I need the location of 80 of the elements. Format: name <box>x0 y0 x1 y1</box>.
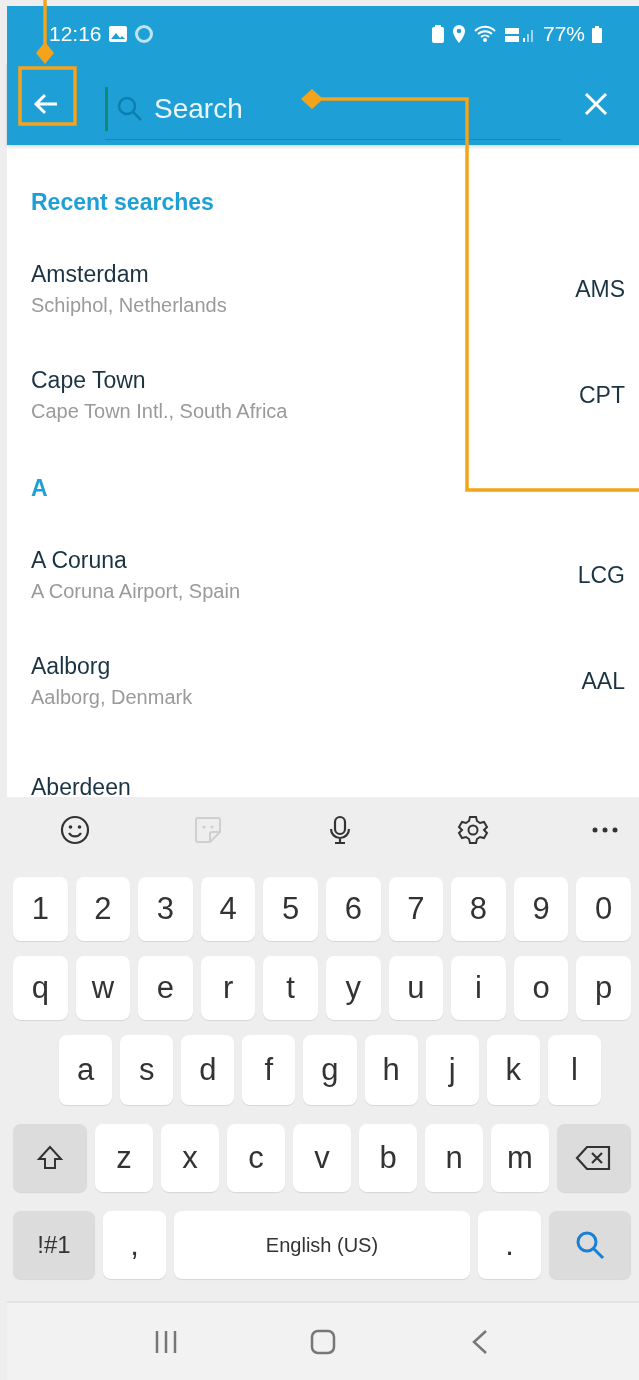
battery-icon <box>591 24 603 44</box>
airport-list-item[interactable]: A Coruna A Coruna Airport, Spain LCG <box>31 531 639 637</box>
key[interactable]: a <box>59 1035 113 1105</box>
airport-list-item[interactable]: Aalborg Aalborg, Denmark AAL <box>31 637 639 743</box>
key[interactable]: 2 <box>75 877 131 941</box>
key[interactable]: v <box>293 1124 351 1192</box>
search-icon <box>574 1229 606 1261</box>
key[interactable]: i <box>451 956 506 1020</box>
airport-code: CPT <box>579 381 625 409</box>
settings-icon[interactable] <box>456 814 489 846</box>
wifi-icon <box>472 24 497 44</box>
key[interactable]: 0 <box>576 877 631 941</box>
location-icon <box>450 24 467 44</box>
key[interactable]: q <box>13 956 68 1020</box>
key[interactable]: x <box>161 1124 219 1192</box>
key[interactable]: 5 <box>263 877 318 941</box>
shift-key[interactable] <box>13 1124 87 1192</box>
backspace-key[interactable] <box>557 1124 631 1192</box>
key[interactable]: y <box>325 956 381 1020</box>
city-name: Aalborg <box>31 653 112 680</box>
airport-name: Schiphol, Netherlands <box>31 294 228 317</box>
airport-code: AMS <box>575 275 625 303</box>
key[interactable]: m <box>491 1124 549 1192</box>
city-name: A Coruna <box>31 547 128 574</box>
city-name: Amsterdam <box>31 261 150 288</box>
battery-percent: 77% <box>542 22 585 46</box>
key[interactable]: n <box>425 1124 483 1192</box>
airport-name: Cape Town Intl., South Africa <box>31 400 289 423</box>
airport-name: A Coruna Airport, Spain <box>31 580 241 603</box>
key[interactable]: 6 <box>325 877 381 941</box>
city-name: Cape Town <box>31 367 147 394</box>
key[interactable]: j <box>425 1035 479 1105</box>
key[interactable]: 3 <box>138 877 193 941</box>
key[interactable]: p <box>576 956 631 1020</box>
key[interactable]: c <box>227 1124 285 1192</box>
key[interactable]: 9 <box>513 877 569 941</box>
emoji-icon[interactable] <box>59 814 91 846</box>
circle-icon <box>133 24 154 44</box>
key[interactable]: u <box>388 956 444 1020</box>
key[interactable]: k <box>486 1035 540 1105</box>
airport-list-item[interactable]: Cape Town Cape Town Intl., South Africa CPT <box>31 351 639 457</box>
key[interactable]: 7 <box>388 877 444 941</box>
key[interactable]: 1 <box>13 877 68 941</box>
section-heading: A <box>31 475 49 503</box>
symbols-key[interactable]: !#1 <box>13 1211 95 1279</box>
key[interactable]: o <box>513 956 569 1020</box>
search-bar[interactable]: Search <box>7 62 639 145</box>
key[interactable]: w <box>75 956 131 1020</box>
key[interactable]: s <box>120 1035 174 1105</box>
key[interactable]: t <box>263 956 318 1020</box>
city-name: Aberdeen <box>31 773 132 797</box>
section-heading: Recent searches <box>31 189 215 217</box>
key[interactable]: d <box>181 1035 235 1105</box>
key[interactable]: 4 <box>200 877 256 941</box>
airport-code: LCG <box>577 561 625 589</box>
airport-name: Aalborg, Denmark <box>31 686 194 709</box>
key[interactable]: f <box>242 1035 296 1105</box>
key[interactable]: 8 <box>451 877 506 941</box>
key[interactable]: b <box>359 1124 417 1192</box>
search-key[interactable] <box>549 1211 631 1279</box>
status-time: 12:16 <box>49 22 102 46</box>
airport-list-item[interactable]: Aberdeen <box>31 743 639 797</box>
key[interactable]: z <box>95 1124 153 1192</box>
image-icon <box>107 25 128 43</box>
key[interactable]: h <box>364 1035 418 1105</box>
key[interactable]: g <box>303 1035 357 1105</box>
backspace-icon <box>575 1144 613 1172</box>
key[interactable]: . <box>478 1211 541 1279</box>
space-key[interactable]: English (US) <box>174 1211 470 1279</box>
search-field[interactable]: Search <box>152 92 561 126</box>
battery-saver-icon <box>430 24 445 44</box>
search-icon <box>116 95 144 123</box>
key[interactable]: l <box>547 1035 601 1105</box>
home-icon[interactable] <box>309 1327 337 1356</box>
airport-list-item[interactable]: Amsterdam Schiphol, Netherlands AMS <box>31 245 639 351</box>
airport-code: AAL <box>581 667 625 695</box>
key[interactable]: e <box>138 956 193 1020</box>
key[interactable]: r <box>200 956 256 1020</box>
key[interactable]: , <box>103 1211 166 1279</box>
annotation-highlight-box <box>18 66 77 126</box>
